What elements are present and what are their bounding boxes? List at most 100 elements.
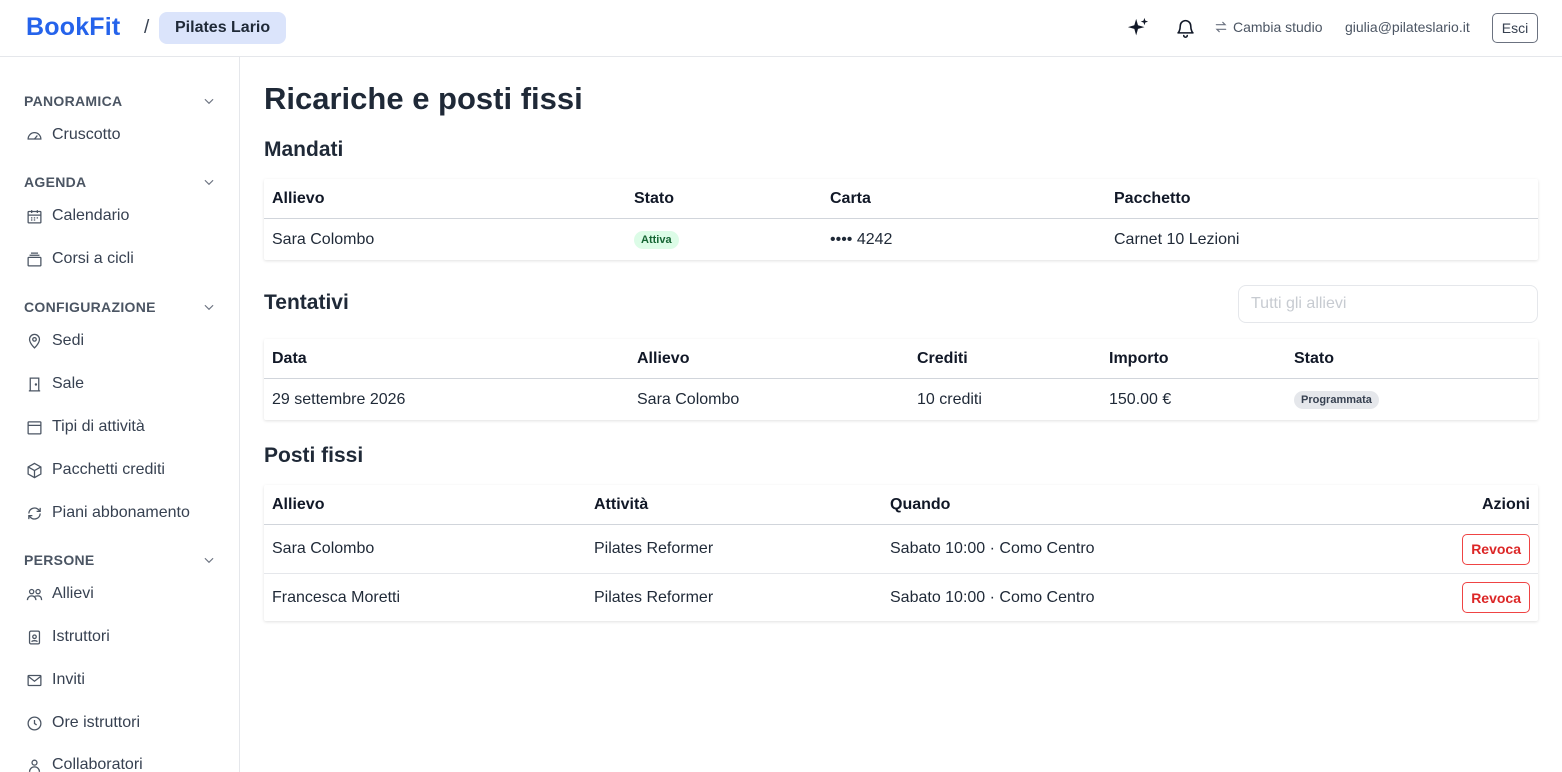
column-header: Allievo xyxy=(637,349,690,367)
attempt-date: 29 settembre 2026 xyxy=(272,390,406,408)
revoke-button[interactable]: Revoca xyxy=(1462,533,1530,565)
studio-name-pill[interactable]: Pilates Lario xyxy=(159,12,287,44)
user-email: giulia@pilateslario.it xyxy=(1345,19,1470,35)
fixed-spots-title: Posti fissi xyxy=(264,444,364,467)
sidebar-item-label: Istruttori xyxy=(52,628,110,645)
attempts-table: Data Allievo Crediti Importo Stato 29 se… xyxy=(264,339,1538,420)
sidebar-item-piani-abbonamento[interactable]: Piani abbonamento xyxy=(26,502,190,524)
bell-icon[interactable] xyxy=(1171,14,1199,42)
sidebar-item-calendario[interactable]: Calendario xyxy=(26,205,129,227)
brand-logo[interactable]: BookFit xyxy=(26,13,120,42)
column-header: Azioni xyxy=(1482,495,1530,513)
chevron-down-icon xyxy=(204,98,214,105)
column-header: Importo xyxy=(1109,349,1169,367)
sidebar-item-label: Allievi xyxy=(52,585,94,602)
sidebar-item-corsi-a-cicli[interactable]: Corsi a cicli xyxy=(26,248,134,270)
attempt-student: Sara Colombo xyxy=(637,390,740,408)
user-icon xyxy=(28,759,41,772)
chevron-down-icon xyxy=(204,557,214,564)
door-icon xyxy=(28,376,41,392)
column-header: Allievo xyxy=(272,495,325,513)
sidebar-section-title: PERSONE xyxy=(24,552,95,568)
switch-arrows-icon xyxy=(1215,21,1227,33)
sidebar-item-sedi[interactable]: Sedi xyxy=(26,330,84,352)
sidebar-item-pacchetti-crediti[interactable]: Pacchetti crediti xyxy=(26,459,165,481)
status-badge: Attiva xyxy=(634,230,679,249)
sidebar-item-ore-istruttori[interactable]: Ore istruttori xyxy=(26,712,140,734)
map-pin-icon xyxy=(28,333,41,349)
sidebar: PANORAMICA Cruscotto AGENDA Calendario C… xyxy=(0,57,240,772)
table-header-row: Data Allievo Crediti Importo Stato xyxy=(264,339,1538,379)
dashboard-icon xyxy=(27,131,42,140)
sidebar-item-inviti[interactable]: Inviti xyxy=(26,669,85,691)
clock-icon xyxy=(27,715,42,731)
column-header: Quando xyxy=(890,495,951,513)
fixed-spot-when: Sabato 10:00 · Como Centro xyxy=(890,588,1095,606)
mandate-card: •••• 4242 xyxy=(830,230,893,248)
badge-icon xyxy=(28,629,41,645)
fixed-spot-activity: Pilates Reformer xyxy=(594,540,714,557)
sidebar-section-title: AGENDA xyxy=(24,174,87,190)
table-row: Sara Colombo Pilates Reformer Sabato 10:… xyxy=(264,525,1538,573)
sidebar-item-cruscotto[interactable]: Cruscotto xyxy=(26,124,120,146)
breadcrumb-separator: / xyxy=(144,17,150,38)
refresh-icon xyxy=(28,506,41,520)
table-row: 29 settembre 2026 Sara Colombo 10 credit… xyxy=(264,379,1538,420)
chevron-down-icon xyxy=(204,304,214,311)
status-badge: Programmata xyxy=(1294,390,1379,409)
sidebar-item-label: Cruscotto xyxy=(52,126,121,143)
sidebar-item-label: Sedi xyxy=(52,332,85,349)
attempt-amount: 150.00 € xyxy=(1109,390,1172,408)
courses-icon xyxy=(27,251,42,267)
column-header: Crediti xyxy=(917,349,968,367)
column-header: Stato xyxy=(1294,349,1334,367)
fixed-spot-student: Sara Colombo xyxy=(272,540,375,557)
sidebar-section-title: CONFIGURAZIONE xyxy=(24,299,156,315)
switch-studio-label: Cambia studio xyxy=(1233,19,1323,35)
fixed-spot-when: Sabato 10:00 · Como Centro xyxy=(890,540,1095,557)
sidebar-item-label: Corsi a cicli xyxy=(52,250,134,267)
mandates-title: Mandati xyxy=(264,138,344,161)
sidebar-section-panoramica[interactable]: PANORAMICA xyxy=(24,91,216,111)
sidebar-item-label: Pacchetti crediti xyxy=(52,461,165,478)
activity-type-icon xyxy=(27,420,42,435)
sidebar-item-tipi-di-attivita[interactable]: Tipi di attività xyxy=(26,416,145,438)
sidebar-section-persone[interactable]: PERSONE xyxy=(24,550,216,570)
sidebar-item-label: Inviti xyxy=(52,671,85,688)
sidebar-item-istruttori[interactable]: Istruttori xyxy=(26,626,110,648)
mail-icon xyxy=(27,674,42,686)
table-header-row: Allievo Stato Carta Pacchetto xyxy=(264,179,1538,219)
sidebar-item-allievi[interactable]: Allievi xyxy=(26,583,94,605)
sidebar-item-label: Collaboratori xyxy=(52,756,143,772)
chevron-down-icon xyxy=(204,179,214,186)
sidebar-section-configurazione[interactable]: CONFIGURAZIONE xyxy=(24,297,216,317)
sidebar-item-sale[interactable]: Sale xyxy=(26,373,84,395)
mandates-table: Allievo Stato Carta Pacchetto Sara Colom… xyxy=(264,179,1538,260)
revoke-button[interactable]: Revoca xyxy=(1462,582,1530,613)
fixed-spot-activity: Pilates Reformer xyxy=(594,588,714,606)
users-icon xyxy=(26,588,43,600)
sidebar-item-label: Sale xyxy=(52,375,85,392)
switch-studio-link[interactable]: Cambia studio xyxy=(1214,19,1323,35)
table-row: Sara Colombo Attiva •••• 4242 Carnet 10 … xyxy=(264,219,1538,260)
package-icon xyxy=(27,462,42,478)
sidebar-item-collaboratori[interactable]: Collaboratori xyxy=(26,754,143,772)
sidebar-section-agenda[interactable]: AGENDA xyxy=(24,172,216,192)
column-header: Carta xyxy=(830,189,871,207)
column-header: Stato xyxy=(634,189,674,207)
top-bar: BookFit / Pilates Lario Cambia studio gi… xyxy=(0,0,1562,57)
sidebar-item-label: Ore istruttori xyxy=(52,714,141,731)
column-header: Data xyxy=(272,349,307,367)
column-header: Pacchetto xyxy=(1114,189,1191,207)
table-row: Francesca Moretti Pilates Reformer Sabat… xyxy=(264,573,1538,621)
attempt-credits: 10 crediti xyxy=(917,390,982,408)
sidebar-item-label: Tipi di attività xyxy=(52,418,145,435)
page-title: Ricariche e posti fissi xyxy=(264,81,583,116)
sidebar-section-title: PANORAMICA xyxy=(24,93,123,109)
student-filter-input[interactable] xyxy=(1238,285,1538,323)
column-header: Allievo xyxy=(272,189,325,207)
sparkles-icon[interactable] xyxy=(1124,14,1152,42)
attempts-title: Tentativi xyxy=(264,291,349,314)
mandate-student: Sara Colombo xyxy=(272,230,375,248)
logout-button[interactable]: Esci xyxy=(1492,13,1538,43)
